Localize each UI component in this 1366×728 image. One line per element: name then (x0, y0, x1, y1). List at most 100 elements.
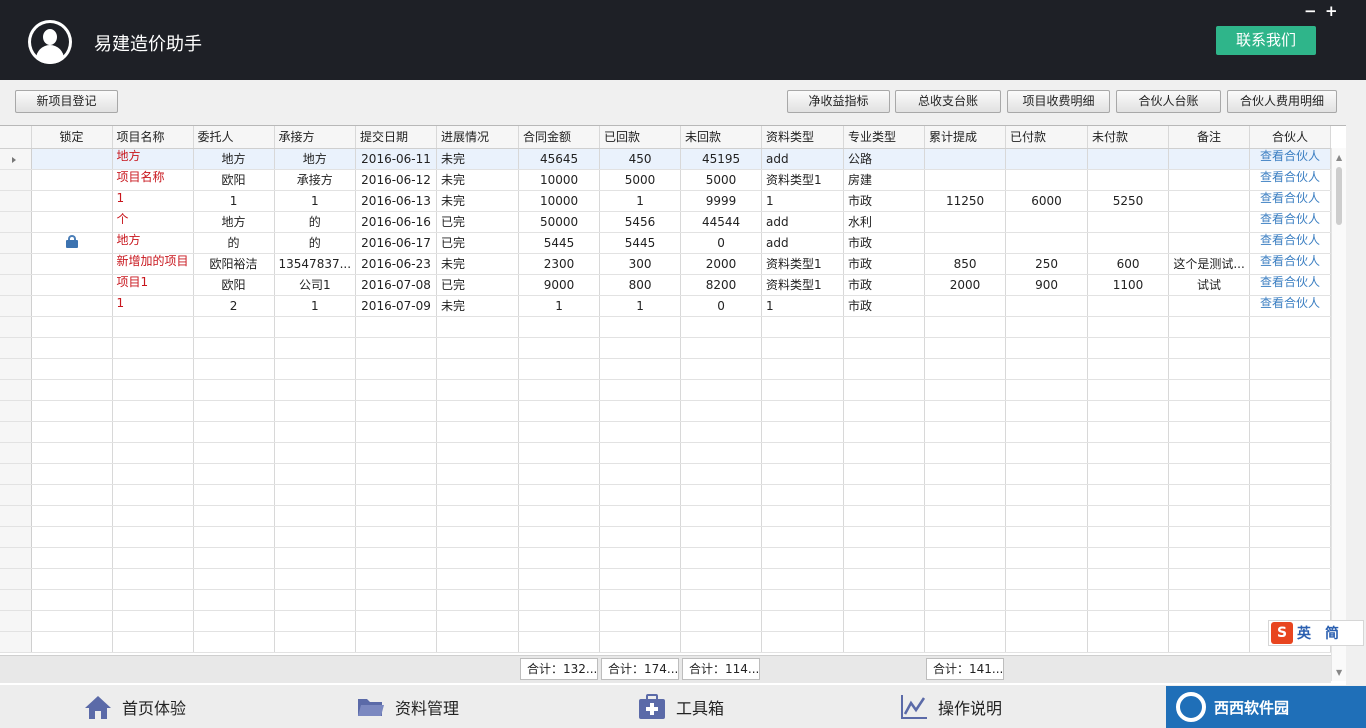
lock-cell[interactable] (31, 400, 113, 422)
name-cell[interactable]: 新增加的项目 (112, 253, 194, 275)
lock-cell[interactable] (31, 610, 113, 632)
row-header[interactable] (0, 631, 32, 653)
name-cell[interactable] (112, 505, 194, 527)
partner-cell[interactable]: 查看合伙人 (1249, 169, 1332, 191)
lock-cell[interactable] (31, 547, 113, 569)
name-cell[interactable] (112, 442, 194, 464)
scroll-thumb[interactable] (1336, 167, 1342, 225)
partner-cell[interactable]: 查看合伙人 (1249, 232, 1332, 254)
column-header[interactable]: 合同金额 (518, 126, 601, 149)
name-cell[interactable]: 个 (112, 211, 194, 233)
ime-lang[interactable]: 英 (1297, 623, 1311, 643)
name-cell[interactable] (112, 358, 194, 380)
column-header[interactable]: 已回款 (599, 126, 682, 149)
ime-mode[interactable]: 简 (1325, 623, 1339, 643)
name-cell[interactable] (112, 337, 194, 359)
table-row[interactable]: 项目1 欧阳 公司1 2016-07-08 已完 9000 800 8200 资料类型1 市政 20… (0, 274, 1332, 296)
column-header[interactable]: 进展情况 (436, 126, 520, 149)
table-row[interactable]: 个地方的 2016-06-16 已完 50000 5456 44544 add 水利 查看合伙人 (0, 211, 1332, 233)
row-header[interactable] (0, 589, 32, 611)
lock-cell[interactable] (31, 211, 113, 233)
lock-cell[interactable] (31, 568, 113, 590)
row-header[interactable] (0, 274, 32, 296)
partner-fee-detail-button[interactable]: 合伙人费用明细 (1227, 90, 1337, 113)
empty-row[interactable] (0, 400, 1332, 422)
lock-cell[interactable] (31, 421, 113, 443)
name-cell[interactable]: 1 (112, 190, 194, 212)
table-row[interactable]: 地方 地方 地方 2016-06-11 未完 45645 450 45195 add 公路 查看合伙… (0, 148, 1332, 170)
column-header[interactable]: 锁定 (31, 126, 113, 149)
lock-cell[interactable] (31, 232, 113, 254)
table-row[interactable]: 1 1 1 2016-06-13 未完 10000 1 9999 1 市政 11250 6000 525… (0, 190, 1332, 212)
name-cell[interactable] (112, 589, 194, 611)
nav-tools[interactable]: 工具箱 (638, 685, 724, 728)
empty-row[interactable] (0, 442, 1332, 464)
lock-cell[interactable] (31, 526, 113, 548)
partner-cell[interactable] (1249, 463, 1332, 485)
lock-cell[interactable] (31, 463, 113, 485)
lock-cell[interactable] (31, 316, 113, 338)
partner-cell[interactable]: 查看合伙人 (1249, 211, 1332, 233)
row-header[interactable] (0, 568, 32, 590)
column-header[interactable]: 项目名称 (112, 126, 194, 149)
nav-docs[interactable]: 资料管理 (357, 685, 459, 728)
table-row[interactable]: 1 2 1 2016-07-09 未完 1 1 0 1 市政 查看合伙人 (0, 295, 1332, 317)
partner-cell[interactable] (1249, 337, 1332, 359)
empty-row[interactable] (0, 379, 1332, 401)
row-header[interactable] (0, 610, 32, 632)
lock-cell[interactable] (31, 190, 113, 212)
row-header[interactable] (0, 190, 32, 212)
partner-cell[interactable] (1249, 589, 1332, 611)
partner-cell[interactable] (1249, 442, 1332, 464)
empty-row[interactable] (0, 568, 1332, 590)
minimize-button[interactable]: − (1304, 2, 1317, 20)
row-header[interactable] (0, 358, 32, 380)
empty-row[interactable] (0, 610, 1332, 632)
row-header[interactable] (0, 379, 32, 401)
name-cell[interactable] (112, 610, 194, 632)
contact-us-button[interactable]: 联系我们 (1216, 26, 1316, 55)
name-cell[interactable] (112, 463, 194, 485)
lock-cell[interactable] (31, 379, 113, 401)
row-header[interactable] (0, 232, 32, 254)
column-header[interactable]: 已付款 (1005, 126, 1089, 149)
row-header[interactable] (0, 442, 32, 464)
lock-cell[interactable] (31, 295, 113, 317)
name-cell[interactable]: 项目1 (112, 274, 194, 296)
partner-cell[interactable]: 查看合伙人 (1249, 274, 1332, 296)
name-cell[interactable]: 1 (112, 295, 194, 317)
empty-row[interactable] (0, 316, 1332, 338)
name-cell[interactable] (112, 316, 194, 338)
scroll-down-icon[interactable]: ▼ (1336, 668, 1342, 677)
table-row[interactable]: 新增加的项目 欧阳裕洁 13547837... 2016-06-23 未完 2300 300… (0, 253, 1332, 275)
project-grid[interactable]: 锁定 项目名称 委托人 承接方 提交日期 进展情况 合同金额 已回款 未回款 资… (0, 125, 1346, 685)
partner-cell[interactable] (1249, 505, 1332, 527)
column-header[interactable]: 提交日期 (355, 126, 438, 149)
row-header[interactable] (0, 253, 32, 275)
name-cell[interactable]: 地方 (112, 148, 194, 170)
lock-cell[interactable] (31, 631, 113, 653)
row-header[interactable] (0, 316, 32, 338)
row-header[interactable] (0, 295, 32, 317)
lock-cell[interactable] (31, 484, 113, 506)
name-cell[interactable] (112, 379, 194, 401)
table-row[interactable]: 地方的的 2016-06-17 已完 5445 5445 0 add 市政 查看合伙人 (0, 232, 1332, 254)
name-cell[interactable] (112, 400, 194, 422)
partner-cell[interactable] (1249, 421, 1332, 443)
empty-row[interactable] (0, 547, 1332, 569)
scroll-up-icon[interactable]: ▲ (1336, 153, 1342, 162)
empty-row[interactable] (0, 484, 1332, 506)
user-avatar-icon[interactable] (28, 20, 72, 64)
partner-cell[interactable]: 查看合伙人 (1249, 295, 1332, 317)
row-header[interactable] (0, 400, 32, 422)
column-header[interactable]: 累计提成 (924, 126, 1007, 149)
lock-cell[interactable] (31, 358, 113, 380)
lock-cell[interactable] (31, 274, 113, 296)
column-header[interactable]: 合伙人 (1249, 126, 1332, 149)
partner-cell[interactable] (1249, 316, 1332, 338)
project-fee-detail-button[interactable]: 项目收费明细 (1007, 90, 1110, 113)
name-cell[interactable] (112, 547, 194, 569)
partner-cell[interactable] (1249, 358, 1332, 380)
name-cell[interactable] (112, 421, 194, 443)
column-header[interactable]: 专业类型 (843, 126, 926, 149)
